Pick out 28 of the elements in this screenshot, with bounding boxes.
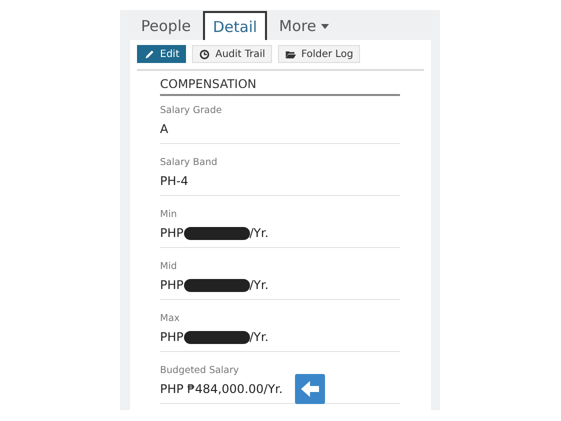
unit-label: /Yr. (250, 226, 269, 240)
unit-label: /Yr. (250, 330, 269, 344)
redaction-mark (184, 330, 250, 344)
redaction-mark (184, 278, 250, 292)
currency-label: PHP (160, 330, 184, 344)
field-label: Budgeted Salary (160, 365, 240, 376)
field-label: Min (160, 209, 178, 220)
field-value: PHP ₱484,000.00/Yr. (160, 382, 283, 396)
toolbar-button[interactable]: Edit (137, 45, 186, 63)
redaction-mark (184, 226, 250, 240)
field-label: Mid (160, 261, 178, 272)
currency-label: PHP (160, 226, 184, 240)
toolbar-button[interactable]: Folder Log (278, 45, 360, 63)
unit-label: /Yr. (250, 278, 269, 292)
clock-icon (199, 48, 210, 60)
field-value: PH-4 (160, 174, 188, 188)
toolbar-button[interactable]: Audit Trail (192, 45, 272, 63)
currency-label: PHP (160, 278, 184, 292)
caret-icon (321, 24, 330, 28)
field-label: Max (160, 313, 181, 324)
section-heading: COMPENSATION (160, 71, 400, 96)
pencil-icon (144, 48, 155, 60)
field-label: Salary Band (160, 157, 218, 168)
tab[interactable]: People (133, 11, 199, 41)
field-label: Salary Grade (160, 105, 223, 116)
tab[interactable]: Detail (202, 11, 268, 41)
folder-icon (285, 48, 296, 60)
field-value: A (160, 122, 168, 136)
